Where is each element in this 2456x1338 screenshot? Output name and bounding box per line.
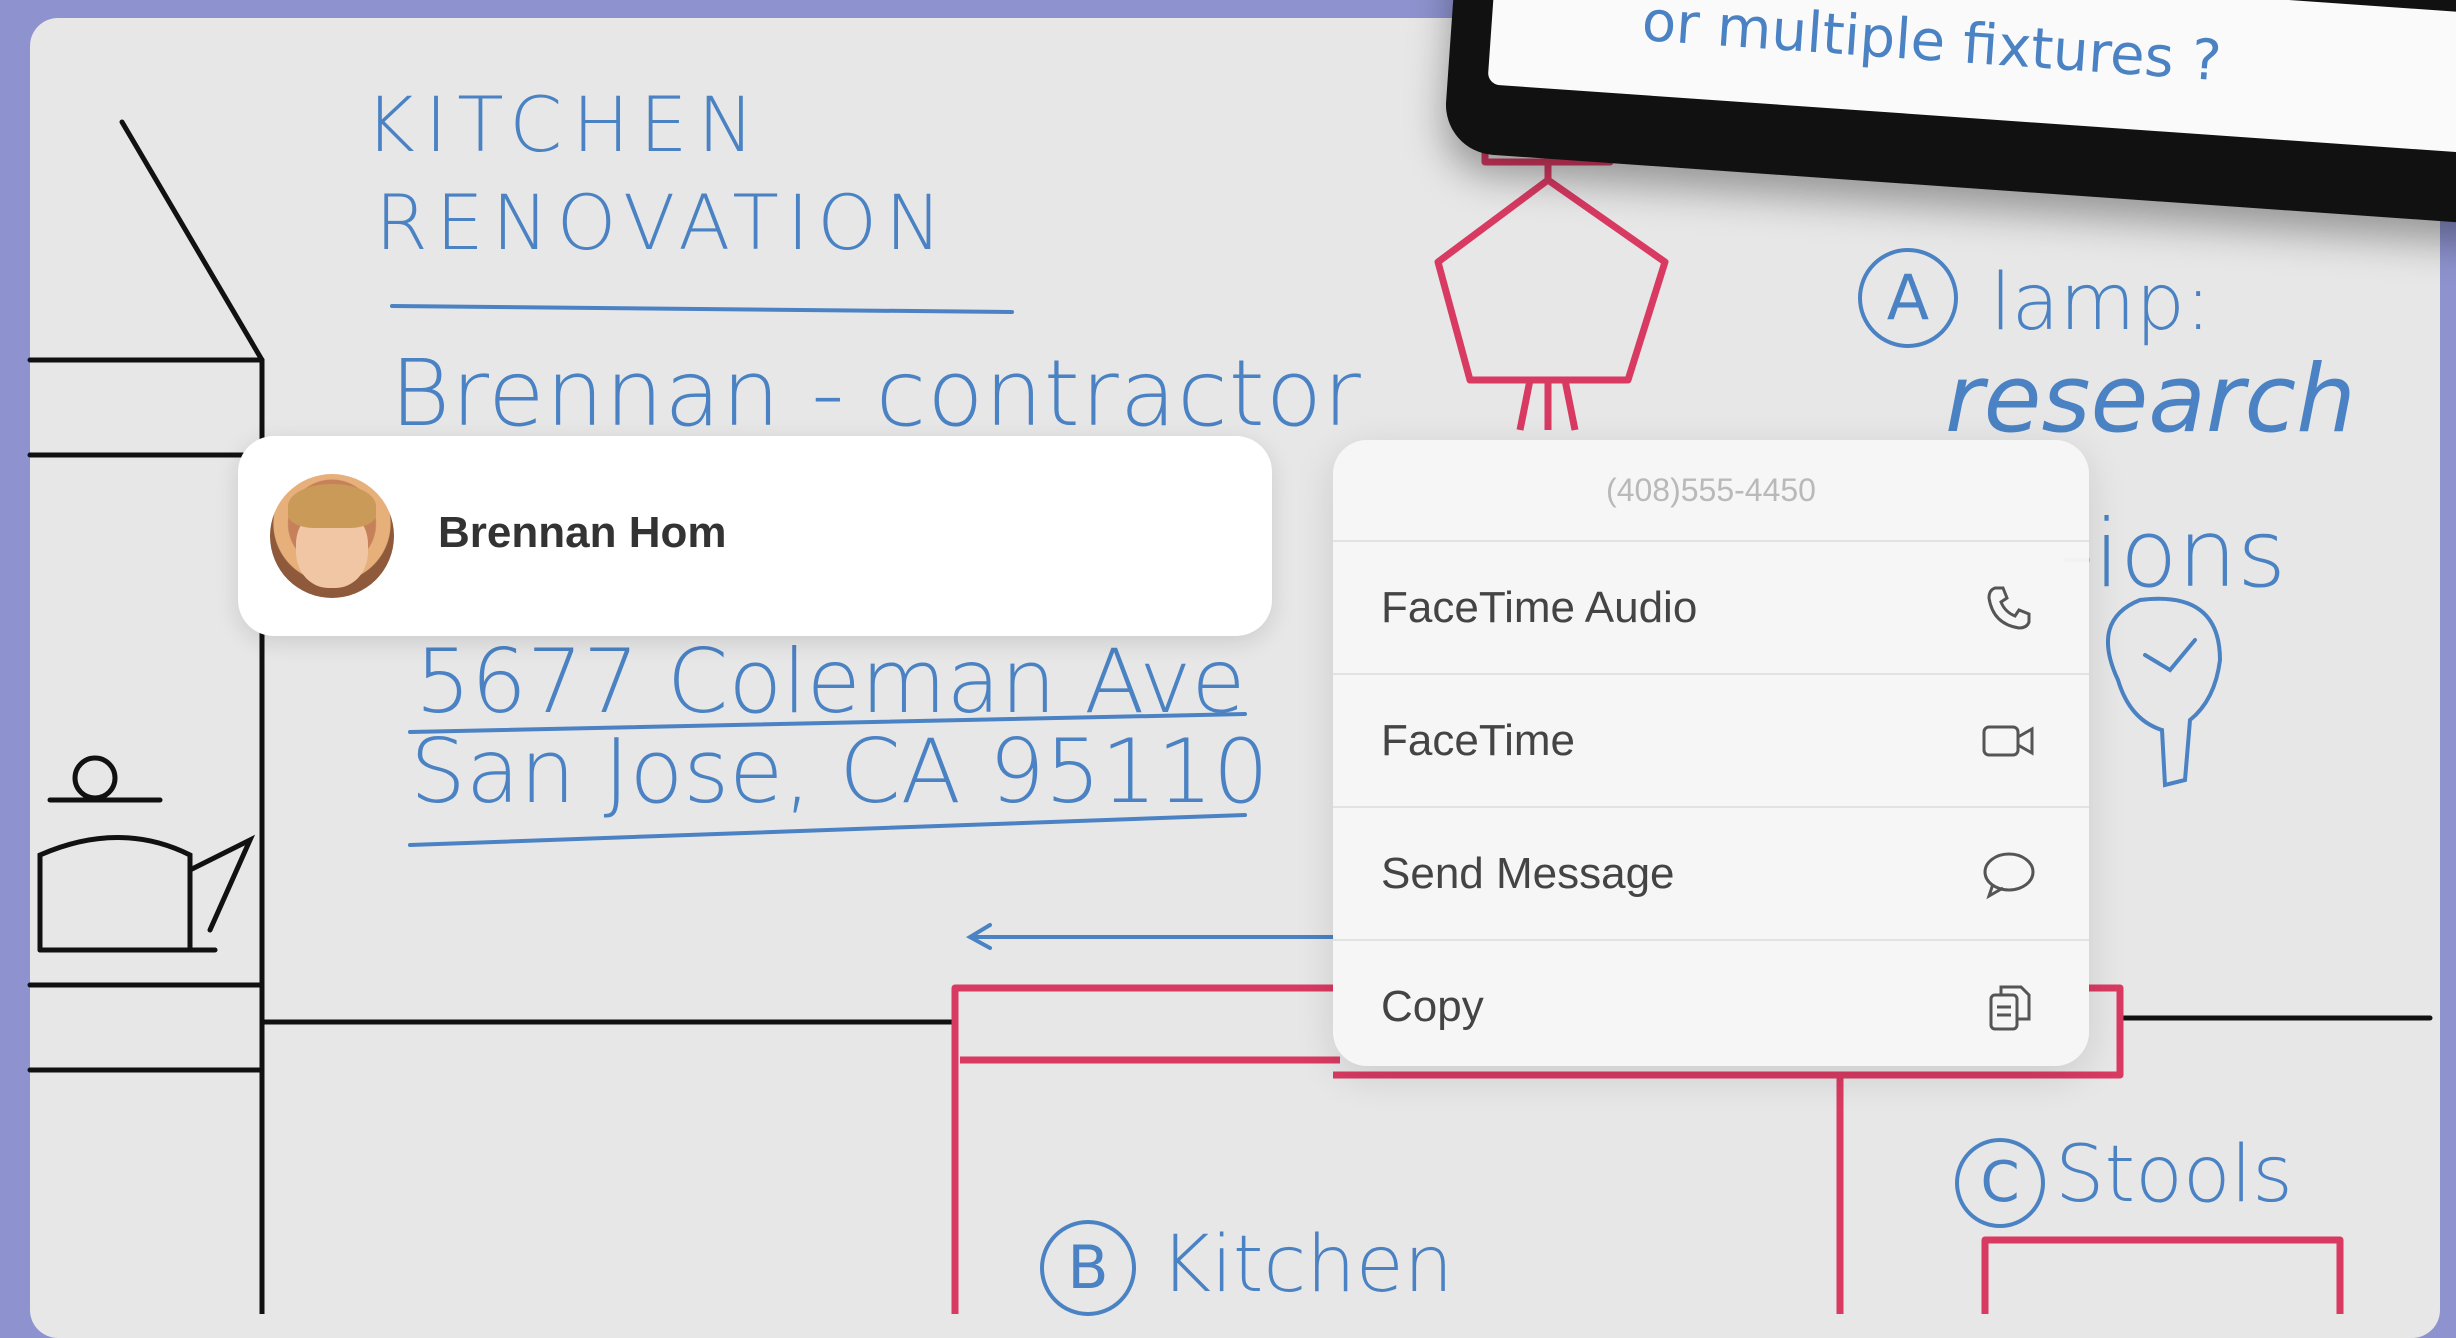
note-text: or multiple fixtures ? (1639, 0, 2224, 95)
menu-item-facetime-audio[interactable]: FaceTime Audio (1333, 542, 2089, 675)
contractor-note: Brennan - contractor (390, 340, 1362, 447)
menu-item-label: Copy (1381, 982, 1484, 1031)
label-c-circle: C (1955, 1138, 2045, 1228)
contact-name: Brennan Hom (438, 508, 727, 557)
avatar (270, 474, 394, 598)
menu-item-send-message[interactable]: Send Message (1333, 808, 2089, 941)
avatar-hair (288, 484, 376, 528)
note-sheet: or multiple fixtures ? (1487, 0, 2456, 157)
phone-icon (1987, 586, 2031, 630)
phone-number-header: (408)555-4450 (1333, 440, 2089, 542)
title-line-2: RENOVATION (375, 178, 950, 267)
copy-icon (1989, 985, 2031, 1031)
menu-item-label: Send Message (1381, 849, 1675, 898)
video-camera-icon (1982, 725, 2034, 757)
address-line-1[interactable]: 5677 Coleman Ave (415, 630, 1245, 733)
kitchen-label: Kitchen (1160, 1220, 1454, 1310)
research-label: research (1945, 345, 2356, 454)
title-line-1: KITCHEN (365, 80, 765, 169)
options-label: -ions (2060, 500, 2287, 609)
message-bubble-icon (1983, 852, 2035, 900)
stools-label: Stools (2055, 1130, 2293, 1220)
menu-item-label: FaceTime Audio (1381, 583, 1698, 632)
menu-item-copy[interactable]: Copy (1333, 941, 2089, 1066)
data-detector-menu: (408)555-4450 FaceTime Audio FaceTime Se… (1333, 440, 2089, 1066)
contact-card[interactable]: Brennan Hom (238, 436, 1272, 636)
menu-item-facetime[interactable]: FaceTime (1333, 675, 2089, 808)
label-b-circle: B (1040, 1220, 1136, 1316)
menu-item-label: FaceTime (1381, 716, 1575, 765)
address-line-2[interactable]: San Jose, CA 95110 (410, 720, 1269, 823)
lamp-label: lamp: (1990, 258, 2212, 348)
label-a-circle: A (1858, 248, 1958, 348)
